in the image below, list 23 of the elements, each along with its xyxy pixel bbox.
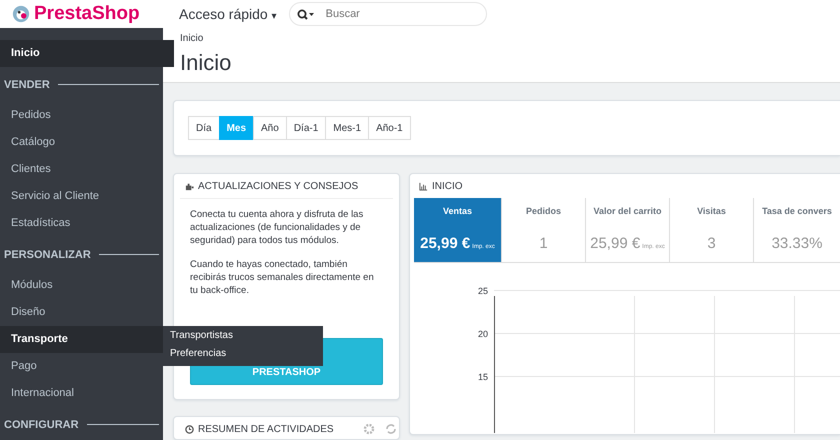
page-title: Inicio [180,50,232,76]
axis-tick-label: 15 [476,372,489,382]
kpi-value: 25,99 € [420,235,470,252]
section-heading: PERSONALIZAR [4,248,91,260]
section-heading: VENDER [4,78,50,90]
kpi-value: 33.33% [772,235,822,252]
panel-title: RESUMEN DE ACTIVIDADES [198,424,334,434]
kpi-label: Visitas [697,206,726,216]
section-heading: CONFIGURAR [4,418,79,430]
axis-tick-label: 25 [476,286,489,296]
logo-text: PrestaShop [34,3,140,25]
kpi-value: 1 [539,235,548,252]
panel-paragraph: Conecta tu cuenta ahora y disfruta de las actualizaciones (de funcionalidades y de seguridad) para todos tus módulos. [190,208,364,247]
panel-title: ACTUALIZACIONES Y CONSEJOS [198,180,358,192]
kpi-label: Ventas [442,206,472,216]
kpi-label: Pedidos [526,206,561,216]
panel-paragraph: Cuando te hayas conectado, también recibirás trucos semanales directamente en tu back-office. [190,258,375,297]
kpi-value: 3 [707,235,716,252]
kpi-label: Valor del carrito [593,206,662,216]
axis-tick-label: 20 [476,328,489,338]
kpi-label: Tasa de convers [762,206,832,216]
panel-title: INICIO [432,180,463,192]
kpi-value: 25,99 € [590,235,640,252]
